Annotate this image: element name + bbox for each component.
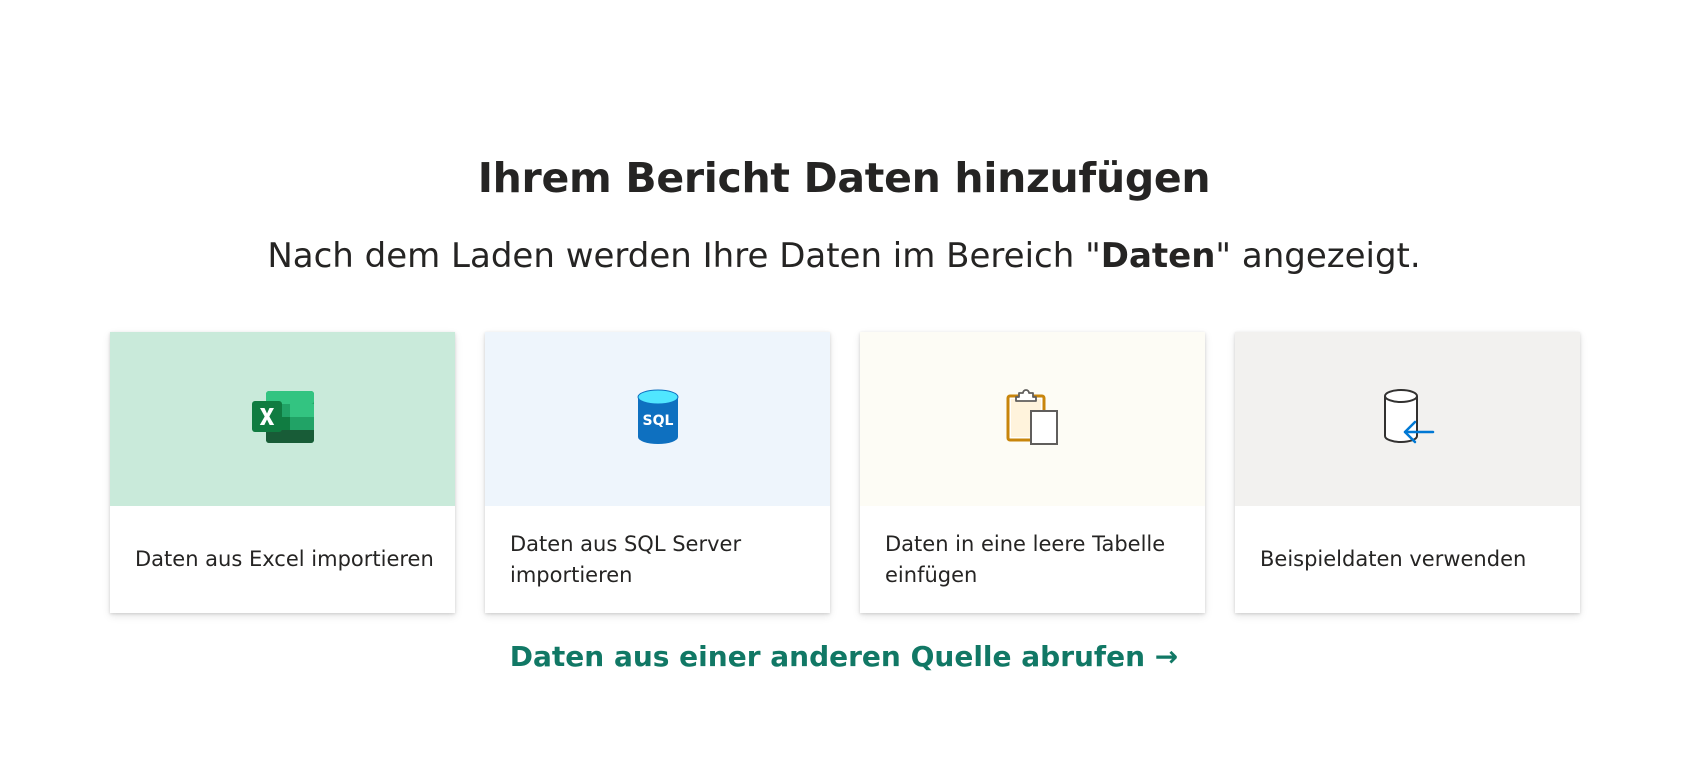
card-label-text: Daten aus SQL Server importieren	[510, 531, 742, 587]
card-icon-area	[860, 332, 1205, 506]
add-data-page: Ihrem Bericht Daten hinzufügen Nach dem …	[0, 0, 1688, 763]
sample-data-icon	[1381, 388, 1435, 450]
card-icon-area: SQL	[485, 332, 830, 506]
card-label-text: Daten aus Excel importieren	[135, 547, 434, 571]
paste-clipboard-icon	[1005, 387, 1061, 451]
page-title: Ihrem Bericht Daten hinzufügen	[477, 154, 1211, 202]
subtitle-bold-data: Daten	[1100, 236, 1216, 276]
card-label: Daten in eine leere Tabelle einfügen	[885, 506, 1187, 613]
page-subtitle: Nach dem Laden werden Ihre Daten im Bere…	[0, 231, 1688, 281]
subtitle-text-after: " angezeigt.	[1215, 236, 1421, 276]
excel-icon	[251, 389, 314, 449]
card-label: Daten aus SQL Server importieren	[510, 506, 812, 613]
paste-blank-table-card[interactable]: Daten in eine leere Tabelle einfügen	[860, 332, 1205, 613]
card-label: Beispieldaten verwenden	[1260, 506, 1562, 613]
card-label-text: Daten in eine leere Tabelle einfügen	[885, 531, 1166, 587]
card-label-text: Beispieldaten verwenden	[1260, 547, 1527, 571]
use-sample-data-card[interactable]: Beispieldaten verwenden	[1235, 332, 1580, 613]
card-icon-area	[1235, 332, 1580, 506]
sql-icon-text: SQL	[642, 413, 673, 429]
card-label: Daten aus Excel importieren	[135, 506, 437, 613]
card-icon-area	[110, 332, 455, 506]
sql-server-icon: SQL	[636, 389, 680, 449]
import-excel-card[interactable]: Daten aus Excel importieren	[110, 332, 455, 613]
get-data-other-source-link[interactable]: Daten aus einer anderen Quelle abrufen →	[0, 637, 1688, 677]
subtitle-text-before: Nach dem Laden werden Ihre Daten im Bere…	[267, 236, 1101, 276]
import-sql-server-card[interactable]: SQL Daten aus SQL Server importieren	[485, 332, 830, 613]
